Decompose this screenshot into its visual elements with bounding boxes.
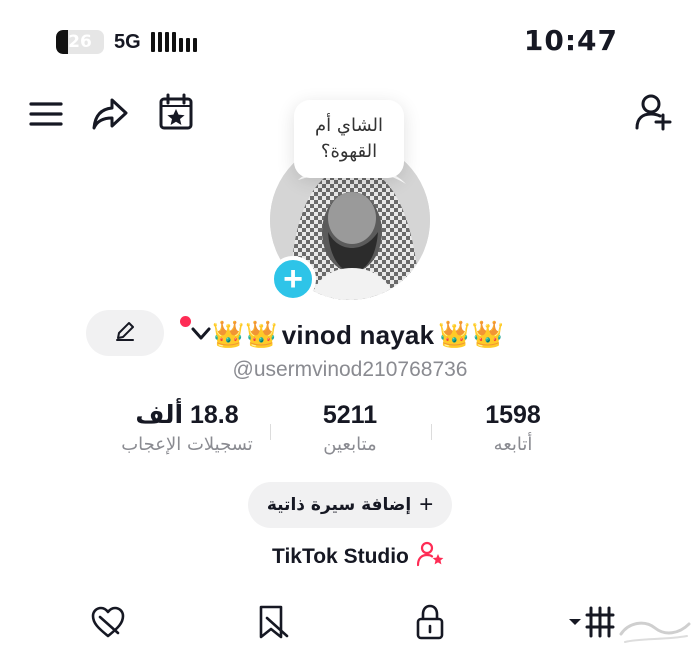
signal-strength-icon <box>150 32 197 52</box>
watermark-logo <box>615 612 695 648</box>
calendar-star-icon[interactable] <box>156 92 196 132</box>
add-person-icon[interactable] <box>634 92 674 132</box>
display-name: vinod nayak <box>281 319 435 350</box>
crown-icon: 👑 <box>471 320 504 350</box>
add-bio-label: إضافة سيرة ذاتية <box>266 495 412 515</box>
crown-icon: 👑 <box>438 320 471 350</box>
tab-favorites[interactable] <box>252 604 292 644</box>
plus-icon: + <box>419 491 434 518</box>
stat-label: أتابعه <box>493 434 533 455</box>
grid-icon <box>567 605 615 644</box>
status-bar-left: 26 5G <box>56 28 197 56</box>
share-arrow-icon[interactable] <box>90 94 130 134</box>
display-name-row: 👑 👑 vinod nayak 👑 👑 <box>212 316 504 354</box>
add-bio-button[interactable]: + إضافة سيرة ذاتية <box>248 482 452 528</box>
stat-value: 5211 <box>322 401 378 429</box>
stat-label: تسجيلات الإعجاب <box>121 434 253 455</box>
username: @usermvinod210768736 <box>232 358 468 381</box>
stat-followers[interactable]: 5211 متابعين <box>260 398 440 455</box>
lock-icon <box>415 604 445 645</box>
status-time: 10:47 <box>523 24 618 57</box>
battery-level: 26 <box>68 32 92 52</box>
stat-value: 1598 <box>485 401 541 429</box>
heart-icon <box>90 605 126 644</box>
network-type: 5G <box>114 30 141 53</box>
tab-liked[interactable] <box>88 604 128 644</box>
tab-videos-grid[interactable] <box>566 604 616 644</box>
hamburger-menu-icon[interactable] <box>26 94 66 134</box>
studio-label: TikTok Studio <box>272 545 409 568</box>
battery-icon: 26 <box>56 30 104 54</box>
crown-icon: 👑 <box>212 320 245 350</box>
chevron-down-icon[interactable] <box>190 324 212 344</box>
person-star-icon <box>416 541 445 573</box>
note-bubble[interactable]: الشاي أم القهوة؟ <box>294 100 404 178</box>
stat-value: 18.8 ألف <box>135 401 239 429</box>
avatar-add-button[interactable]: + <box>270 256 316 302</box>
stat-label: متابعين <box>323 434 377 455</box>
stat-likes[interactable]: 18.8 ألف تسجيلات الإعجاب <box>97 398 277 455</box>
tab-private[interactable] <box>410 604 450 644</box>
edit-profile-button[interactable] <box>86 310 164 356</box>
tiktok-studio-link[interactable]: TikTok Studio <box>272 541 445 573</box>
crown-icon: 👑 <box>245 320 278 350</box>
pencil-icon <box>114 320 136 347</box>
bookmark-icon <box>255 604 289 645</box>
stat-following[interactable]: 1598 أتابعه <box>423 398 603 455</box>
